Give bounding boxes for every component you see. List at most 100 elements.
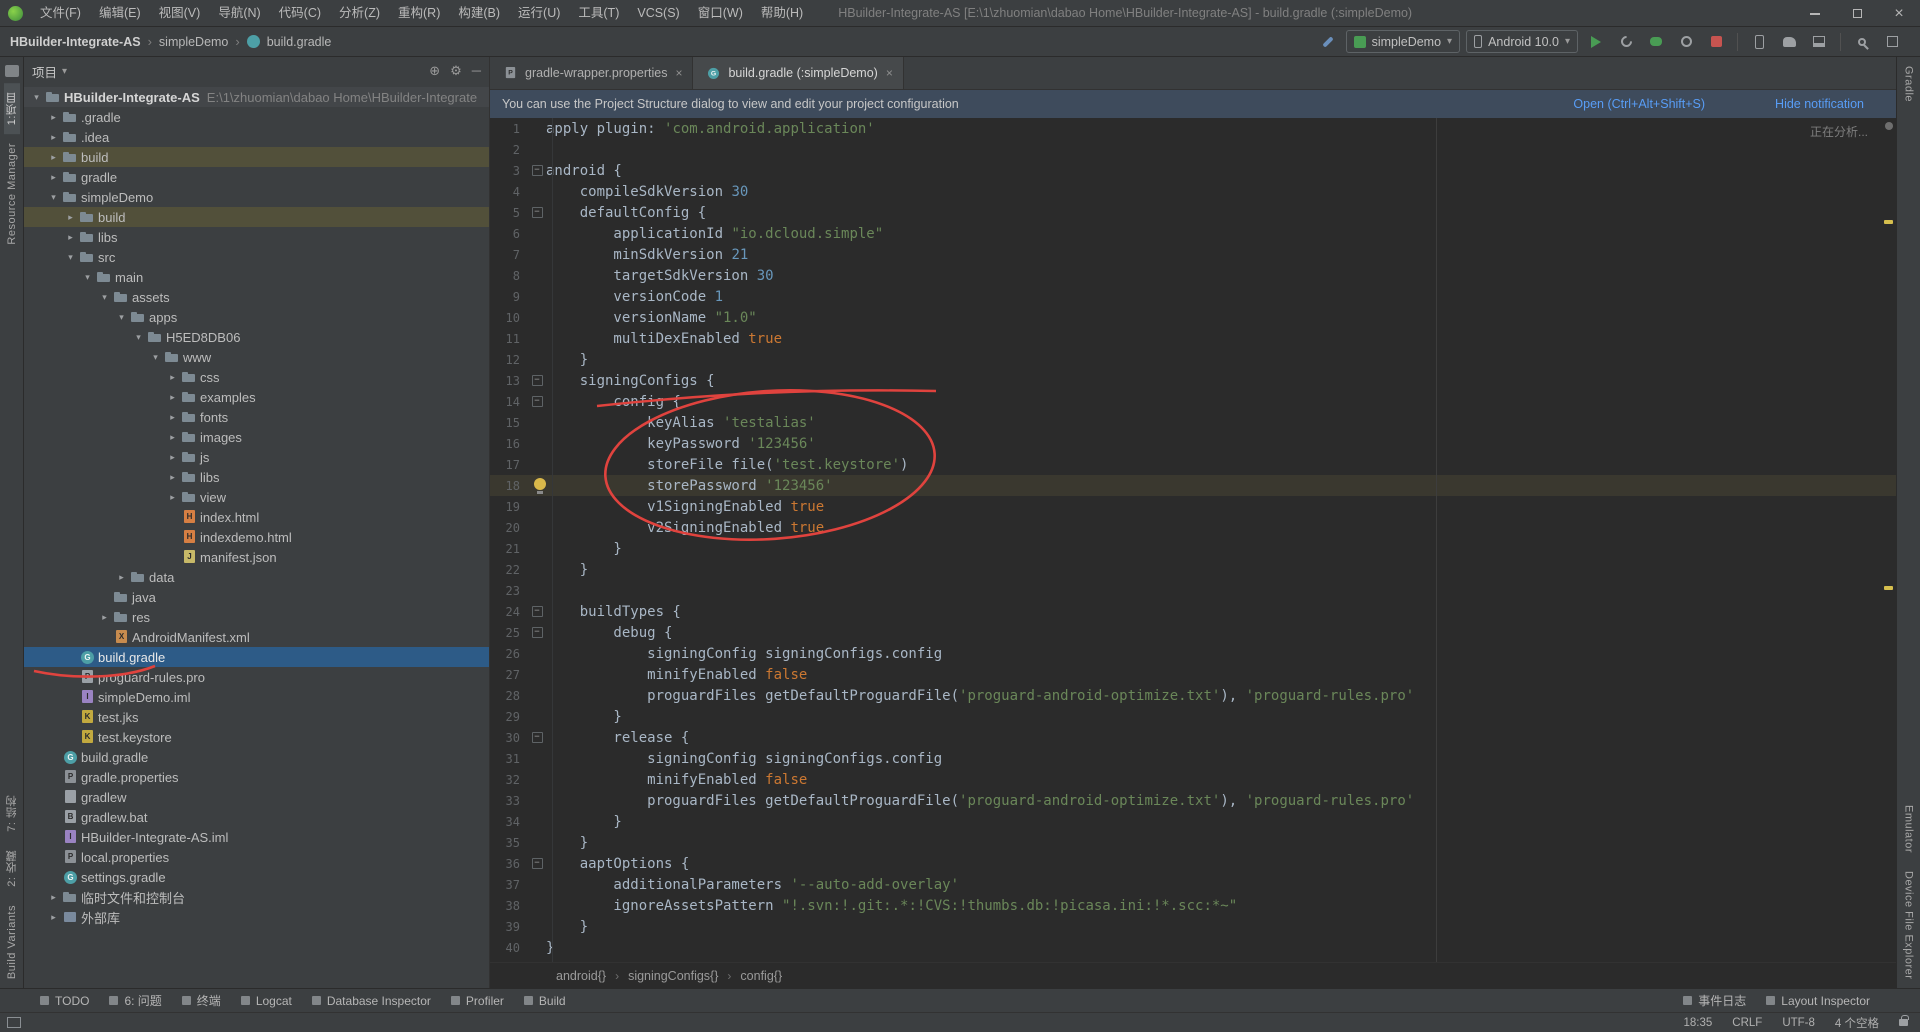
editor-tab[interactable]: gradle-wrapper.properties × bbox=[490, 57, 694, 89]
code-line[interactable]: 31 signingConfig signingConfigs.config bbox=[490, 748, 1896, 769]
search-everywhere-icon[interactable] bbox=[1850, 30, 1874, 54]
hide-notification-link[interactable]: Hide notification bbox=[1775, 97, 1864, 111]
tool-strip-button[interactable]: 2: 收藏 bbox=[4, 841, 20, 896]
menu-item[interactable]: 导航(N) bbox=[209, 0, 269, 27]
breadcrumb-item[interactable]: config{} bbox=[740, 969, 782, 983]
code-line[interactable]: 26 signingConfig signingConfigs.config bbox=[490, 643, 1896, 664]
menu-item[interactable]: 重构(R) bbox=[389, 0, 449, 27]
tree-item[interactable]: proguard-rules.pro bbox=[24, 667, 489, 687]
tree-item[interactable]: ▸ js bbox=[24, 447, 489, 467]
code-line[interactable]: 18 storePassword '123456' bbox=[490, 475, 1896, 496]
toolbar-breadcrumb-item[interactable]: build.gradle bbox=[267, 35, 332, 49]
tree-item[interactable]: ▾ www bbox=[24, 347, 489, 367]
code-line[interactable]: 10 versionName "1.0" bbox=[490, 307, 1896, 328]
tree-item[interactable]: ▾ src bbox=[24, 247, 489, 267]
code-line[interactable]: 39 } bbox=[490, 916, 1896, 937]
tree-item[interactable]: ▸ gradle bbox=[24, 167, 489, 187]
tree-collapsed-icon[interactable]: ▸ bbox=[47, 912, 60, 923]
tool-window-button[interactable]: 6: 问题 bbox=[99, 989, 171, 1013]
tree-item[interactable]: indexdemo.html bbox=[24, 527, 489, 547]
tree-collapsed-icon[interactable]: ▸ bbox=[166, 372, 179, 383]
tree-collapsed-icon[interactable]: ▸ bbox=[64, 232, 77, 243]
tree-collapsed-icon[interactable]: ▸ bbox=[47, 132, 60, 143]
code-line[interactable]: 12 } bbox=[490, 349, 1896, 370]
menu-item[interactable]: 视图(V) bbox=[150, 0, 210, 27]
code-line[interactable]: 32 minifyEnabled false bbox=[490, 769, 1896, 790]
code-line[interactable]: 14− config { bbox=[490, 391, 1896, 412]
code-line[interactable]: 35 } bbox=[490, 832, 1896, 853]
project-panel-title[interactable]: 项目 bbox=[32, 62, 57, 81]
menu-item[interactable]: VCS(S) bbox=[628, 0, 688, 27]
tool-strip-button[interactable]: 1:项目 bbox=[3, 83, 20, 135]
tree-item[interactable]: ▾ assets bbox=[24, 287, 489, 307]
code-line[interactable]: 21 } bbox=[490, 538, 1896, 559]
code-line[interactable]: 4 compileSdkVersion 30 bbox=[490, 181, 1896, 202]
project-tool-icon[interactable] bbox=[4, 65, 19, 77]
fold-collapse-icon[interactable]: − bbox=[531, 732, 543, 743]
tree-item[interactable]: gradle.properties bbox=[24, 767, 489, 787]
toolbar-breadcrumb-item[interactable]: HBuilder-Integrate-AS bbox=[10, 35, 141, 49]
editor-tab[interactable]: build.gradle (:simpleDemo) × bbox=[693, 57, 904, 89]
code-line[interactable]: 24− buildTypes { bbox=[490, 601, 1896, 622]
gradle-sync-icon[interactable] bbox=[1777, 30, 1801, 54]
tool-strip-button[interactable]: Resource Manager bbox=[6, 134, 18, 254]
tree-expanded-icon[interactable]: ▾ bbox=[115, 312, 128, 323]
tool-strip-button[interactable]: 7: 结构 bbox=[4, 786, 20, 841]
tree-collapsed-icon[interactable]: ▸ bbox=[47, 172, 60, 183]
sdk-manager-icon[interactable] bbox=[1807, 30, 1831, 54]
menu-item[interactable]: 构建(B) bbox=[449, 0, 509, 27]
avd-manager-icon[interactable] bbox=[1747, 30, 1771, 54]
tree-item[interactable]: ▾ H5ED8DB06 bbox=[24, 327, 489, 347]
close-icon[interactable]: × bbox=[1878, 0, 1920, 27]
tree-collapsed-icon[interactable]: ▸ bbox=[166, 392, 179, 403]
intention-bulb-icon[interactable] bbox=[534, 478, 546, 494]
code-line[interactable]: 13− signingConfigs { bbox=[490, 370, 1896, 391]
tree-item[interactable]: AndroidManifest.xml bbox=[24, 627, 489, 647]
layout-grid-icon[interactable] bbox=[1880, 30, 1904, 54]
code-line[interactable]: 7 minSdkVersion 21 bbox=[490, 244, 1896, 265]
tree-root-item[interactable]: ▾ HBuilder-Integrate-AS E:\1\zhuomian\daba… bbox=[24, 87, 489, 107]
tree-item[interactable]: ▸ 外部库 bbox=[24, 907, 489, 927]
tree-item[interactable]: simpleDemo.iml bbox=[24, 687, 489, 707]
tree-item[interactable]: build.gradle bbox=[24, 747, 489, 767]
lock-icon[interactable] bbox=[1899, 1015, 1909, 1026]
tree-item[interactable]: build.gradle bbox=[24, 647, 489, 667]
code-line[interactable]: 33 proguardFiles getDefaultProguardFile(… bbox=[490, 790, 1896, 811]
code-line[interactable]: 30− release { bbox=[490, 727, 1896, 748]
fold-collapse-icon[interactable]: − bbox=[531, 858, 543, 869]
menu-item[interactable]: 编辑(E) bbox=[90, 0, 150, 27]
status-segment[interactable]: CRLF bbox=[1732, 1017, 1762, 1029]
tool-window-button[interactable]: Logcat bbox=[231, 989, 302, 1013]
tree-expanded-icon[interactable]: ▾ bbox=[64, 252, 77, 263]
code-editor[interactable]: 1 apply plugin: 'com.android.application'… bbox=[490, 118, 1896, 962]
code-line[interactable]: 11 multiDexEnabled true bbox=[490, 328, 1896, 349]
code-line[interactable]: 29 } bbox=[490, 706, 1896, 727]
tree-collapsed-icon[interactable]: ▸ bbox=[47, 152, 60, 163]
scrollbar-warning-mark[interactable] bbox=[1884, 586, 1893, 590]
breadcrumb-item[interactable]: signingConfigs{} bbox=[628, 969, 718, 983]
menu-item[interactable]: 窗口(W) bbox=[689, 0, 752, 27]
menu-item[interactable]: 运行(U) bbox=[509, 0, 569, 27]
menu-item[interactable]: 代码(C) bbox=[270, 0, 330, 27]
gear-icon[interactable]: ⚙ bbox=[450, 63, 462, 79]
tree-collapsed-icon[interactable]: ▸ bbox=[115, 572, 128, 583]
fold-collapse-icon[interactable]: − bbox=[531, 375, 543, 386]
profiler-icon[interactable] bbox=[1674, 30, 1698, 54]
tree-item[interactable]: ▸ fonts bbox=[24, 407, 489, 427]
tree-item[interactable]: ▸ build bbox=[24, 147, 489, 167]
tree-item[interactable]: test.keystore bbox=[24, 727, 489, 747]
code-line[interactable]: 15 keyAlias 'testalias' bbox=[490, 412, 1896, 433]
tree-item[interactable]: HBuilder-Integrate-AS.iml bbox=[24, 827, 489, 847]
tree-item[interactable]: ▸ css bbox=[24, 367, 489, 387]
build-wrench-icon[interactable] bbox=[1316, 30, 1340, 54]
tree-item[interactable]: java bbox=[24, 587, 489, 607]
tree-item[interactable]: ▸ libs bbox=[24, 467, 489, 487]
run-icon[interactable] bbox=[1584, 30, 1608, 54]
tree-item[interactable]: gradlew bbox=[24, 787, 489, 807]
fold-collapse-icon[interactable]: − bbox=[531, 627, 543, 638]
tool-strip-button[interactable]: Build Variants bbox=[6, 896, 18, 988]
tree-item[interactable]: ▾ simpleDemo bbox=[24, 187, 489, 207]
tool-strip-button[interactable]: Gradle bbox=[1903, 57, 1915, 111]
tool-window-button[interactable]: Build bbox=[514, 989, 576, 1013]
code-line[interactable]: 9 versionCode 1 bbox=[490, 286, 1896, 307]
